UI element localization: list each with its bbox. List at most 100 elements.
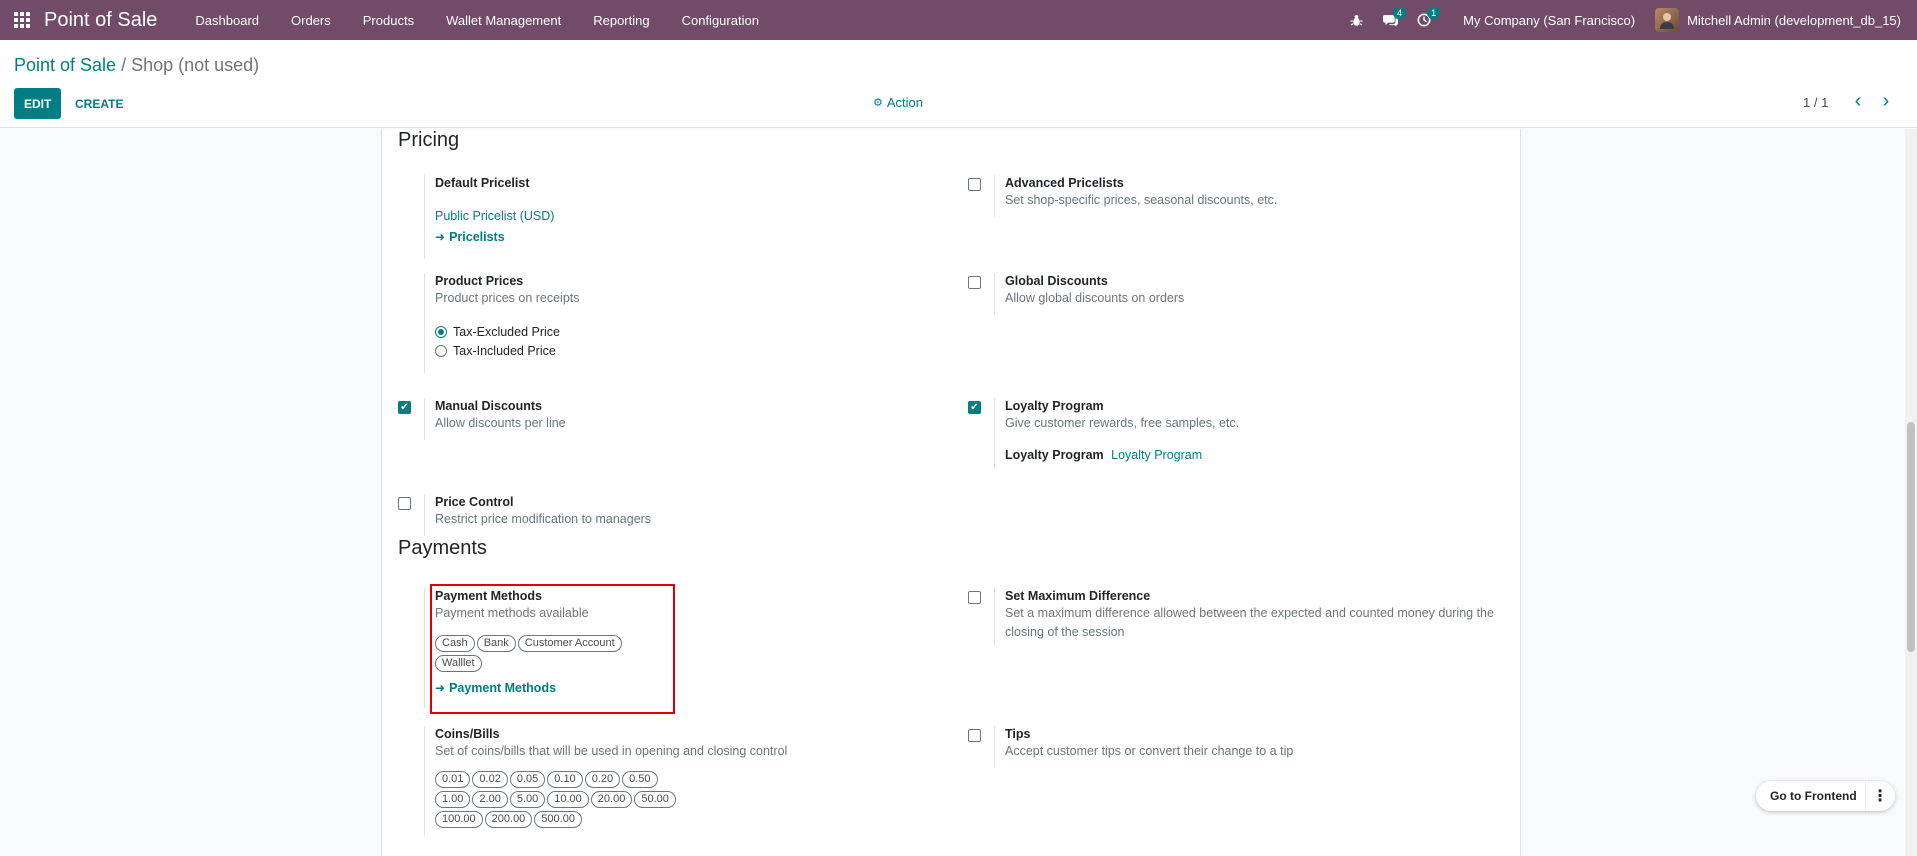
- app-brand[interactable]: Point of Sale: [44, 9, 157, 32]
- apps-menu-icon[interactable]: [0, 0, 44, 40]
- loyalty-program-field-value[interactable]: Loyalty Program: [1111, 448, 1202, 462]
- arrow-right-icon: ➜: [435, 230, 446, 244]
- messages-badge: 4: [1393, 7, 1407, 19]
- setting-title: Loyalty Program: [1005, 399, 1104, 413]
- setting-description: Set of coins/bills that will be used in …: [435, 744, 788, 758]
- more-options-icon[interactable]: ⋮: [1864, 781, 1895, 811]
- setting-product-prices: Product Prices Product prices on receipt…: [382, 273, 942, 373]
- setting-description: Product prices on receipts: [435, 291, 580, 305]
- coin-tag: 0.02: [472, 771, 508, 788]
- pager-previous-chevron-left-icon[interactable]: ‹: [1846, 89, 1870, 113]
- go-to-frontend-button[interactable]: Go to Frontend: [1770, 789, 1857, 803]
- coin-tag: 5.00: [509, 791, 546, 808]
- edit-button[interactable]: EDIT: [14, 88, 62, 119]
- user-name: Mitchell Admin (development_db_15): [1687, 12, 1901, 28]
- menu-orders[interactable]: Orders: [275, 0, 347, 40]
- setting-divider: [424, 588, 425, 708]
- coin-tag: 0.05: [509, 771, 546, 788]
- setting-divider: [994, 588, 995, 646]
- radio-tax-excluded[interactable]: Tax-Excluded Price: [435, 325, 942, 339]
- manual-discounts-checkbox[interactable]: ✔: [398, 401, 411, 414]
- setting-divider: [994, 726, 995, 768]
- setting-advanced-pricelists: Advanced Pricelists Set shop-specific pr…: [952, 175, 1512, 217]
- coin-tag: 10.00: [547, 791, 589, 808]
- coin-tag: 0.10: [547, 771, 583, 788]
- global-discounts-checkbox[interactable]: [968, 276, 981, 289]
- section-title-payments: Payments: [398, 537, 487, 559]
- user-menu[interactable]: Mitchell Admin (development_db_15): [1655, 8, 1917, 32]
- pager-value[interactable]: 1 / 1: [1803, 95, 1828, 110]
- form-sheet: Pricing Default Pricelist Public Priceli…: [381, 129, 1521, 856]
- breadcrumb-current: Shop (not used): [131, 55, 260, 75]
- breadcrumb-parent[interactable]: Point of Sale: [14, 55, 116, 75]
- coin-tag: 0.20: [584, 771, 621, 788]
- price-control-checkbox[interactable]: [398, 497, 411, 510]
- menu-dashboard[interactable]: Dashboard: [179, 0, 275, 40]
- tips-checkbox[interactable]: [968, 729, 981, 742]
- coin-tag: 50.00: [634, 791, 676, 808]
- setting-divider: [424, 273, 425, 373]
- breadcrumb-separator: /: [121, 55, 127, 75]
- activities-clock-icon[interactable]: 1: [1407, 0, 1441, 40]
- form-content: Pricing Default Pricelist Public Priceli…: [0, 129, 1917, 856]
- max-difference-checkbox[interactable]: [968, 591, 981, 604]
- coin-tag: 500.00: [534, 811, 582, 828]
- setting-description: Allow global discounts on orders: [1005, 291, 1185, 305]
- vertical-scrollbar[interactable]: [1905, 129, 1917, 856]
- setting-global-discounts: Global Discounts Allow global discounts …: [952, 273, 1512, 315]
- pager-next-chevron-right-icon[interactable]: ›: [1874, 89, 1898, 113]
- messages-icon[interactable]: 4: [1373, 0, 1407, 40]
- top-navbar: Point of Sale Dashboard Orders Products …: [0, 0, 1917, 40]
- setting-title: Default Pricelist: [435, 176, 530, 190]
- setting-title: Tips: [1005, 727, 1031, 741]
- setting-title: Global Discounts: [1005, 274, 1108, 288]
- gear-icon: ⚙: [873, 97, 883, 109]
- setting-divider: [994, 273, 995, 315]
- default-pricelist-field[interactable]: Public Pricelist (USD): [435, 209, 942, 223]
- menu-configuration[interactable]: Configuration: [666, 0, 775, 40]
- setting-divider: [424, 175, 425, 259]
- advanced-pricelists-checkbox[interactable]: [968, 178, 981, 191]
- setting-loyalty-program: ✔ Loyalty Program Give customer rewards,…: [952, 398, 1512, 468]
- coins-bills-tags: 0.01 0.02 0.05 0.10 0.20 0.50 1.00 2.00 …: [435, 771, 685, 828]
- control-panel: Point of Sale / Shop (not used) EDIT CREAT…: [0, 40, 1917, 128]
- pricelists-link-button[interactable]: ➜ Pricelists: [435, 230, 942, 244]
- company-switcher[interactable]: My Company (San Francisco): [1441, 13, 1655, 28]
- setting-price-control: Price Control Restrict price modificatio…: [382, 494, 942, 536]
- setting-divider: [994, 398, 995, 468]
- loyalty-program-field-label: Loyalty Program: [1005, 448, 1104, 462]
- radio-label: Tax-Included Price: [453, 344, 556, 358]
- coin-tag: 0.50: [622, 771, 658, 788]
- create-button[interactable]: CREATE: [70, 88, 128, 119]
- coin-tag: 200.00: [484, 811, 533, 828]
- setting-title: Coins/Bills: [435, 727, 500, 741]
- radio-button[interactable]: [435, 345, 447, 357]
- setting-description: Allow discounts per line: [435, 416, 566, 430]
- radio-button-selected[interactable]: [435, 326, 447, 338]
- menu-products[interactable]: Products: [347, 0, 430, 40]
- setting-title: Advanced Pricelists: [1005, 176, 1124, 190]
- setting-description: Set shop-specific prices, seasonal disco…: [1005, 193, 1278, 207]
- radio-tax-included[interactable]: Tax-Included Price: [435, 344, 942, 358]
- action-label: Action: [886, 95, 924, 110]
- setting-max-difference: Set Maximum Difference Set a maximum dif…: [952, 588, 1512, 646]
- setting-description: Give customer rewards, free samples, etc…: [1005, 416, 1240, 430]
- setting-divider: [424, 398, 425, 440]
- menu-wallet-management[interactable]: Wallet Management: [430, 0, 577, 40]
- coin-tag: 2.00: [472, 791, 508, 808]
- setting-title: Manual Discounts: [435, 399, 542, 413]
- menu-reporting[interactable]: Reporting: [577, 0, 665, 40]
- setting-tips: Tips Accept customer tips or convert the…: [952, 726, 1512, 768]
- setting-coins-bills: Coins/Bills Set of coins/bills that will…: [382, 726, 942, 836]
- debug-bug-icon[interactable]: [1339, 0, 1373, 40]
- coin-tag: 1.00: [435, 791, 471, 808]
- action-menu[interactable]: ⚙ Action: [873, 95, 923, 110]
- highlight-box: [430, 584, 675, 714]
- scrollbar-thumb[interactable]: [1907, 422, 1915, 652]
- setting-description: Accept customer tips or convert their ch…: [1005, 744, 1294, 758]
- loyalty-program-checkbox[interactable]: ✔: [968, 401, 981, 414]
- go-to-frontend-widget: Go to Frontend ⋮: [1756, 781, 1895, 811]
- setting-divider: [994, 175, 995, 217]
- setting-default-pricelist: Default Pricelist Public Pricelist (USD)…: [382, 175, 942, 259]
- breadcrumb: Point of Sale / Shop (not used): [14, 55, 259, 76]
